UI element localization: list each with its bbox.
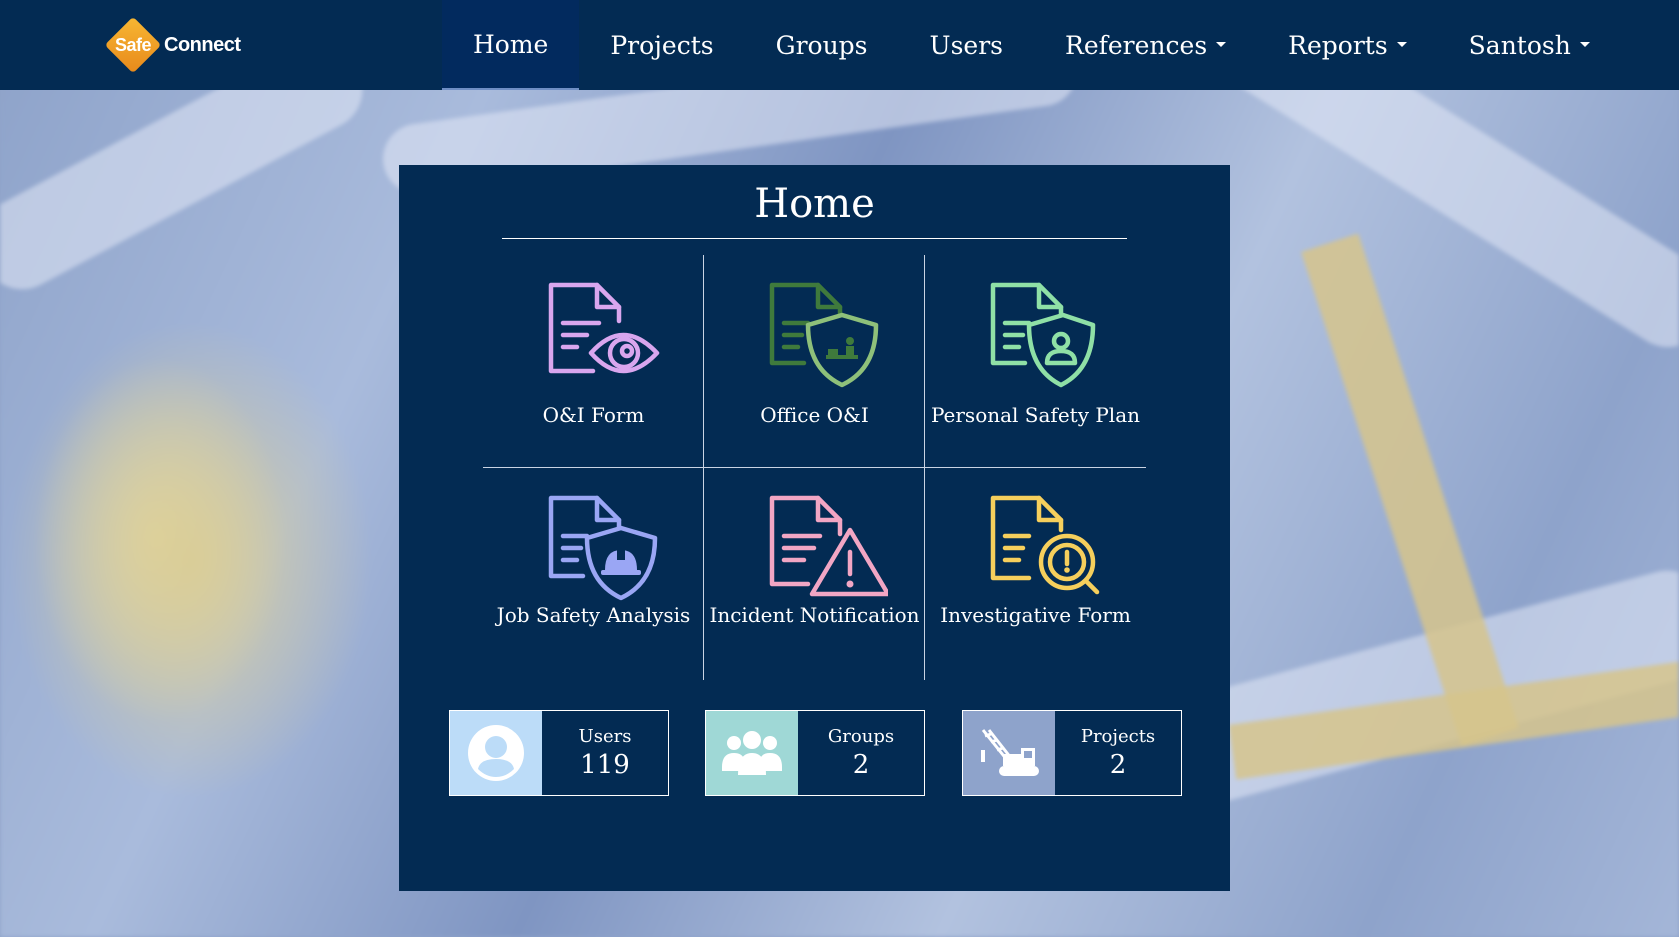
tile-personal-safety-plan-label: Personal Safety Plan	[930, 403, 1141, 427]
home-panel: Home O&I Form Office O&I Personal Safety…	[399, 165, 1230, 891]
tile-investigative-form-label: Investigative Form	[940, 603, 1131, 627]
document-shield-person-icon	[990, 282, 1096, 388]
tile-office-oi-label: Office O&I	[760, 403, 869, 427]
tile-personal-safety-plan[interactable]: Personal Safety Plan	[925, 255, 1146, 467]
projects-count-value: 2	[1109, 750, 1127, 780]
nav-groups-label: Groups	[775, 30, 868, 60]
tile-incident-notification[interactable]: Incident Notification	[704, 468, 925, 680]
nav-users-label: Users	[929, 30, 1004, 60]
brand-logo[interactable]: Safe Connect	[102, 14, 241, 76]
nav-users[interactable]: Users	[899, 0, 1034, 90]
top-navbar: Safe Connect Home Projects Groups Users …	[0, 0, 1679, 90]
form-tiles-grid: O&I Form Office O&I Personal Safety Plan…	[483, 255, 1146, 680]
user-icon	[450, 711, 542, 795]
tile-office-oi[interactable]: Office O&I	[704, 255, 925, 467]
nav-user-menu-label: Santosh	[1468, 30, 1571, 60]
nav-user-menu-dropdown[interactable]: Santosh	[1438, 0, 1621, 90]
nav-projects-label: Projects	[610, 30, 714, 60]
nav-reports-dropdown[interactable]: Reports	[1257, 0, 1438, 90]
summary-stats: Users 119 Groups 2 Projects 2	[449, 710, 1182, 796]
tile-job-safety-analysis[interactable]: Job Safety Analysis	[483, 468, 704, 680]
main-nav: Home Projects Groups Users References Re…	[442, 0, 1621, 90]
groups-count-card[interactable]: Groups 2	[705, 710, 925, 796]
brand-name: Connect	[164, 33, 241, 56]
document-warning-icon	[769, 495, 888, 597]
tile-oi-form-label: O&I Form	[542, 403, 645, 427]
tile-incident-notification-label: Incident Notification	[709, 603, 920, 627]
users-count-value: 119	[580, 750, 630, 780]
groups-count-label: Groups	[827, 726, 895, 747]
nav-references-label: References	[1065, 30, 1208, 60]
document-magnifier-icon	[990, 495, 1100, 595]
tile-oi-form[interactable]: O&I Form	[483, 255, 704, 467]
caret-down-icon	[1216, 41, 1227, 47]
group-icon	[706, 711, 798, 795]
document-shield-worker-icon	[769, 282, 879, 388]
nav-groups[interactable]: Groups	[745, 0, 899, 90]
crane-icon	[963, 711, 1055, 795]
document-eye-icon	[548, 282, 660, 374]
users-count-label: Users	[578, 726, 632, 747]
logo-diamond-icon: Safe	[102, 14, 164, 76]
nav-projects[interactable]: Projects	[579, 0, 744, 90]
caret-down-icon	[1579, 41, 1590, 47]
document-shield-hardhat-icon	[548, 495, 658, 601]
projects-count-card[interactable]: Projects 2	[962, 710, 1182, 796]
page-title: Home	[502, 181, 1127, 239]
tile-investigative-form[interactable]: Investigative Form	[925, 468, 1146, 680]
caret-down-icon	[1396, 41, 1407, 47]
users-count-card[interactable]: Users 119	[449, 710, 669, 796]
tile-job-safety-analysis-label: Job Safety Analysis	[496, 603, 691, 627]
groups-count-value: 2	[852, 750, 870, 780]
nav-home[interactable]: Home	[442, 0, 580, 90]
nav-home-label: Home	[473, 29, 549, 59]
projects-count-label: Projects	[1080, 726, 1156, 747]
nav-reports-label: Reports	[1288, 30, 1388, 60]
nav-references-dropdown[interactable]: References	[1034, 0, 1257, 90]
